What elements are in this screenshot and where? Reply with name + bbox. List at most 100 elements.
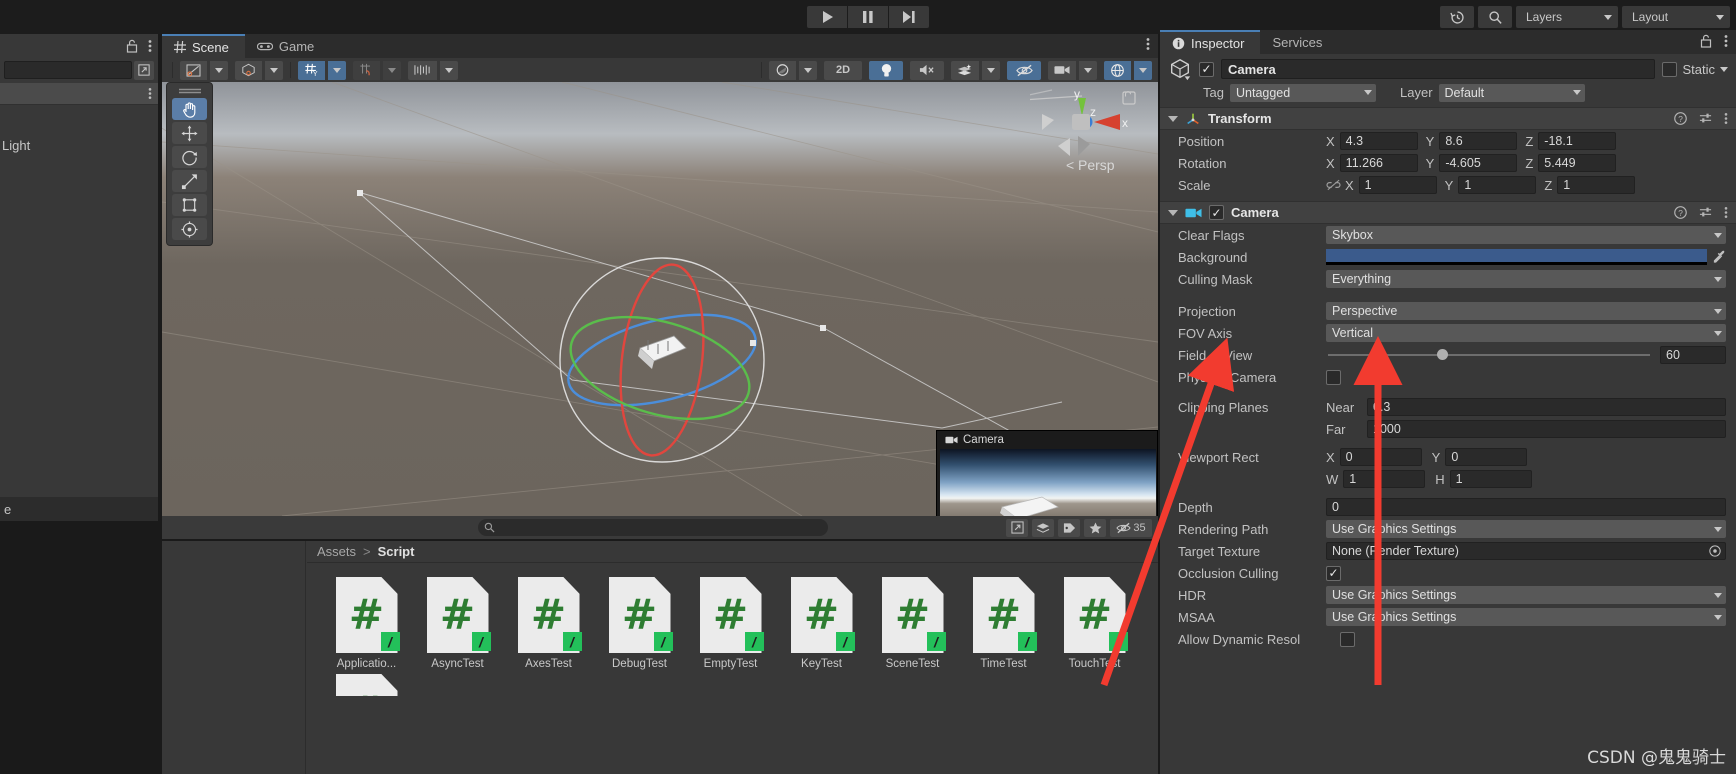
hierarchy-scene-row[interactable] bbox=[0, 83, 158, 105]
tab-scene[interactable]: Scene bbox=[162, 34, 245, 58]
camera-enabled-checkbox[interactable]: ✓ bbox=[1209, 205, 1224, 220]
layout-dropdown[interactable]: Layout bbox=[1622, 6, 1730, 28]
asset-item[interactable]: # / EmptyTest bbox=[685, 577, 776, 670]
kebab-menu-icon[interactable] bbox=[1724, 206, 1728, 219]
target-texture-field[interactable]: None (Render Texture) bbox=[1326, 542, 1726, 560]
play-button[interactable] bbox=[807, 6, 847, 28]
grid-size-dropdown[interactable] bbox=[440, 60, 458, 80]
toggle-audio-button[interactable] bbox=[910, 60, 944, 80]
object-picker-button[interactable] bbox=[1006, 518, 1028, 537]
kebab-menu-icon[interactable] bbox=[148, 39, 152, 53]
allow-dynamic-resolution-checkbox[interactable] bbox=[1340, 631, 1355, 647]
tab-game[interactable]: Game bbox=[245, 34, 330, 58]
preset-icon[interactable] bbox=[1699, 112, 1712, 125]
toggle-fx-dropdown[interactable] bbox=[982, 60, 1000, 80]
circle-dot-icon[interactable] bbox=[1709, 545, 1721, 557]
scene-favorite-button[interactable] bbox=[1084, 518, 1106, 537]
foldout-arrow-icon[interactable] bbox=[1168, 209, 1178, 216]
breadcrumb-assets[interactable]: Assets bbox=[317, 544, 356, 559]
viewport-h-input[interactable]: 1 bbox=[1449, 470, 1532, 488]
slider-handle[interactable] bbox=[1437, 349, 1449, 360]
eyedropper-icon[interactable] bbox=[1712, 250, 1726, 264]
clear-flags-dropdown[interactable]: Skybox bbox=[1326, 226, 1726, 244]
grid-snap-button[interactable] bbox=[353, 60, 380, 80]
search-button[interactable] bbox=[1478, 6, 1512, 28]
grid-axis-button[interactable]: Y bbox=[298, 60, 325, 80]
scale-tool-button[interactable] bbox=[172, 170, 207, 192]
asset-item[interactable]: # / Applicatio... bbox=[321, 577, 412, 670]
hdr-dropdown[interactable]: Use Graphics Settings bbox=[1326, 586, 1726, 604]
asset-item[interactable]: # / AxesTest bbox=[503, 577, 594, 670]
viewport-y-input[interactable]: 0 bbox=[1445, 448, 1528, 466]
position-z-input[interactable]: -18.1 bbox=[1538, 132, 1617, 150]
lock-icon[interactable] bbox=[1700, 34, 1712, 48]
lighting-sphere-dropdown[interactable] bbox=[799, 60, 817, 80]
draw-mode-dropdown[interactable] bbox=[210, 60, 228, 80]
physical-camera-checkbox[interactable] bbox=[1326, 369, 1341, 385]
gizmo-shading-dropdown[interactable] bbox=[265, 60, 283, 80]
rotation-x-input[interactable]: 11.266 bbox=[1339, 154, 1418, 172]
asset-item[interactable]: # / SceneTest bbox=[867, 577, 958, 670]
rendering-path-dropdown[interactable]: Use Graphics Settings bbox=[1326, 520, 1726, 538]
asset-item[interactable]: # bbox=[321, 674, 412, 696]
help-icon[interactable]: ? bbox=[1674, 112, 1687, 125]
breadcrumb-script[interactable]: Script bbox=[378, 544, 415, 559]
hierarchy-item-light[interactable]: Light bbox=[0, 134, 158, 156]
transform-tool-button[interactable] bbox=[172, 218, 207, 240]
hand-tool-button[interactable] bbox=[172, 98, 207, 120]
foldout-arrow-icon[interactable] bbox=[1168, 115, 1178, 122]
chevron-down-icon[interactable] bbox=[1720, 66, 1728, 72]
position-y-input[interactable]: 8.6 bbox=[1439, 132, 1518, 150]
scene-visibility-button[interactable] bbox=[1007, 60, 1041, 80]
link-broken-icon[interactable] bbox=[1326, 179, 1341, 191]
scene-view-gizmo[interactable]: y z x < Persp bbox=[1021, 86, 1150, 206]
scene-camera-button[interactable] bbox=[1048, 60, 1076, 80]
project-folder-tree[interactable] bbox=[162, 541, 306, 774]
scale-z-input[interactable]: 1 bbox=[1557, 176, 1636, 194]
field-of-view-input[interactable]: 60 bbox=[1660, 346, 1726, 364]
scene-search-field[interactable] bbox=[478, 519, 828, 536]
static-checkbox[interactable] bbox=[1662, 61, 1678, 77]
move-tool-button[interactable] bbox=[172, 122, 207, 144]
tab-inspector[interactable]: Inspector bbox=[1160, 30, 1261, 54]
scene-tag-button[interactable] bbox=[1058, 518, 1080, 537]
gizmos-toggle-button[interactable] bbox=[1104, 60, 1131, 80]
occlusion-culling-checkbox[interactable]: ✓ bbox=[1326, 565, 1341, 581]
object-enabled-checkbox[interactable]: ✓ bbox=[1199, 61, 1214, 77]
rotation-y-input[interactable]: -4.605 bbox=[1439, 154, 1518, 172]
asset-item[interactable]: # / KeyTest bbox=[776, 577, 867, 670]
object-name-field[interactable]: Camera bbox=[1221, 59, 1656, 79]
lock-icon[interactable] bbox=[126, 39, 138, 53]
layers-dropdown[interactable]: Layers bbox=[1516, 6, 1618, 28]
near-clip-input[interactable]: 0.3 bbox=[1367, 398, 1726, 416]
camera-component-header[interactable]: ✓ Camera ? bbox=[1160, 201, 1736, 224]
toggle-2d-button[interactable]: 2D bbox=[824, 60, 862, 80]
asset-item[interactable]: # / DebugTest bbox=[594, 577, 685, 670]
pause-button[interactable] bbox=[848, 6, 888, 28]
preset-icon[interactable] bbox=[1699, 206, 1712, 219]
grid-size-button[interactable] bbox=[408, 60, 437, 80]
background-color-field[interactable] bbox=[1326, 249, 1707, 265]
step-button[interactable] bbox=[889, 6, 929, 28]
camera-preview-window[interactable]: Camera bbox=[936, 430, 1158, 516]
depth-input[interactable]: 0 bbox=[1326, 498, 1726, 516]
layer-dropdown[interactable]: Default bbox=[1438, 83, 1585, 102]
far-clip-input[interactable]: 1000 bbox=[1367, 420, 1726, 438]
tag-dropdown[interactable]: Untagged bbox=[1230, 83, 1376, 102]
toggle-fx-button[interactable] bbox=[951, 60, 979, 80]
rect-tool-button[interactable] bbox=[172, 194, 207, 216]
hierarchy-expand-button[interactable] bbox=[134, 60, 154, 80]
draw-mode-button[interactable] bbox=[180, 60, 207, 80]
scene-camera-dropdown[interactable] bbox=[1079, 60, 1097, 80]
gizmos-dropdown[interactable] bbox=[1134, 60, 1152, 80]
scene-viewport[interactable]: y z x < Persp Camera bbox=[162, 82, 1158, 516]
help-icon[interactable]: ? bbox=[1674, 206, 1687, 219]
asset-item[interactable]: # / AsyncTest bbox=[412, 577, 503, 670]
transform-component-header[interactable]: Transform ? bbox=[1160, 107, 1736, 130]
hierarchy-search-input[interactable] bbox=[4, 61, 132, 79]
kebab-menu-icon[interactable] bbox=[1146, 37, 1150, 51]
lighting-sphere-button[interactable] bbox=[769, 60, 796, 80]
tab-services[interactable]: Services bbox=[1260, 30, 1338, 54]
culling-mask-dropdown[interactable]: Everything bbox=[1326, 270, 1726, 288]
rotate-tool-button[interactable] bbox=[172, 146, 207, 168]
